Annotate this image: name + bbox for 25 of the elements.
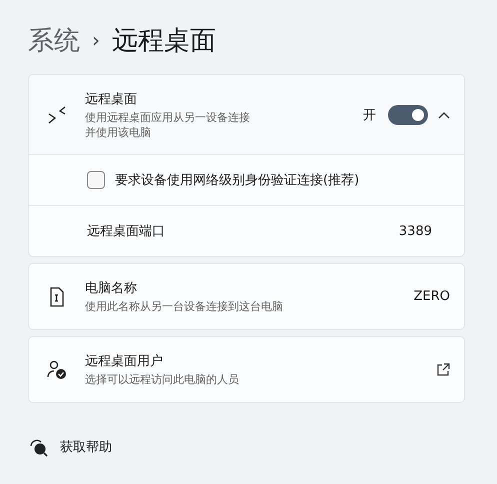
toggle-state-label: 开 bbox=[363, 106, 376, 124]
remote-desktop-icon bbox=[47, 104, 67, 124]
breadcrumb-item: 远程桌面 bbox=[112, 24, 216, 58]
setting-value: 3389 bbox=[398, 224, 432, 238]
chevron-up-icon[interactable] bbox=[438, 110, 450, 118]
breadcrumb-item[interactable]: 系统 bbox=[28, 22, 80, 58]
help-icon[interactable] bbox=[28, 437, 48, 457]
setting-value: ZERO bbox=[414, 289, 450, 304]
settings-card[interactable]: 远程桌面用户 选择可以远程访问此电脑的人员 bbox=[28, 336, 465, 403]
setting-title: 远程桌面 bbox=[85, 90, 138, 108]
setting-description: 选择可以远程访问此电脑的人员 bbox=[85, 372, 240, 387]
checkbox-label: 要求设备使用网络级别身份验证连接(推荐) bbox=[115, 172, 360, 189]
checkbox[interactable] bbox=[87, 171, 105, 189]
setting-title: 远程桌面用户 bbox=[85, 353, 164, 370]
settings-header[interactable]: 远程桌面 使用远程桌面应用从另一设备连接并使用该电脑 开 bbox=[29, 75, 464, 154]
setting-label: 远程桌面端口 bbox=[87, 223, 166, 240]
user-check-icon bbox=[46, 360, 68, 380]
setting-title: 电脑名称 bbox=[85, 280, 138, 297]
setting-description: 使用此名称从另一台设备连接到这台电脑 bbox=[85, 299, 284, 314]
breadcrumb-separator: › bbox=[92, 28, 100, 52]
external-link-icon[interactable] bbox=[436, 362, 450, 376]
document-icon bbox=[49, 286, 65, 306]
toggle-switch[interactable] bbox=[388, 104, 428, 124]
setting-description: 使用远程桌面应用从另一设备连接并使用该电脑 bbox=[85, 110, 251, 140]
help-link[interactable]: 获取帮助 bbox=[60, 438, 112, 456]
